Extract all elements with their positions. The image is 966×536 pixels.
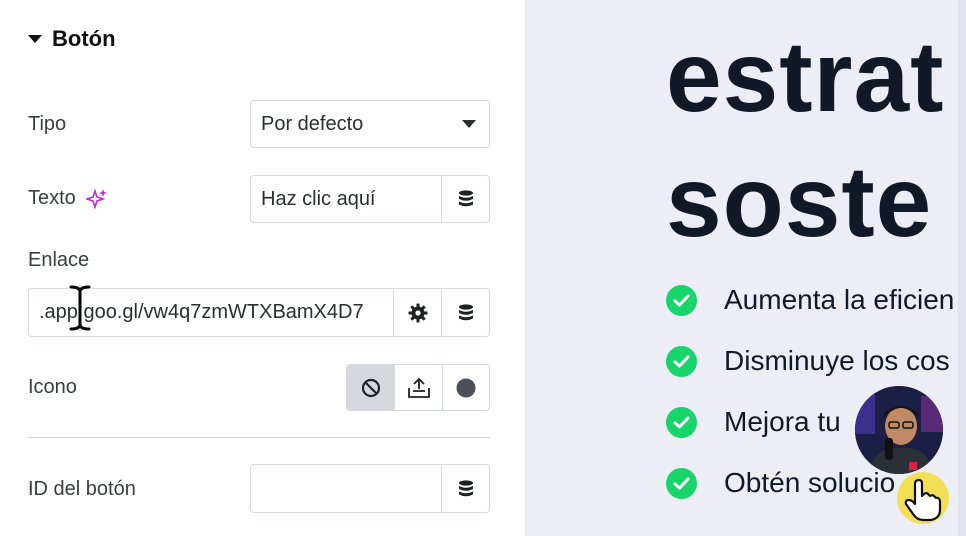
texto-input-value: Haz clic aquí xyxy=(261,187,376,210)
text-cursor-icon xyxy=(68,284,92,332)
preview-scrollbar[interactable] xyxy=(958,0,966,536)
list-item: Disminuye los cos xyxy=(666,345,950,377)
icono-label: Icono xyxy=(28,376,77,398)
list-item: Obtén solucio xyxy=(666,467,895,499)
tipo-label: Tipo xyxy=(28,113,67,135)
settings-panel: Botón Tipo Por defecto Texto Haz clic aq… xyxy=(0,0,525,536)
check-circle-icon xyxy=(666,345,697,377)
enlace-label: Enlace xyxy=(28,249,90,271)
texto-label-row: Texto xyxy=(28,187,108,210)
dynamic-tags-button[interactable] xyxy=(441,176,489,222)
ban-icon xyxy=(361,378,380,397)
section-toggle-boton[interactable]: Botón xyxy=(28,26,116,52)
icon-none-option[interactable] xyxy=(347,365,395,410)
caret-down-icon xyxy=(28,35,42,43)
id-boton-input[interactable] xyxy=(250,464,490,513)
dynamic-tags-button[interactable] xyxy=(441,465,489,512)
link-options-button[interactable] xyxy=(393,289,441,336)
icon-library-option[interactable] xyxy=(441,365,489,410)
section-title: Botón xyxy=(52,26,116,51)
preview-heading-line2: soste xyxy=(666,146,933,258)
id-boton-label: ID del botón xyxy=(28,478,136,500)
list-item-text: Disminuye los cos xyxy=(724,345,950,376)
chevron-down-icon xyxy=(449,120,489,128)
dynamic-tags-button[interactable] xyxy=(441,289,489,336)
database-icon xyxy=(458,303,473,320)
texto-label: Texto xyxy=(28,187,76,209)
icon-upload-option[interactable] xyxy=(394,365,441,410)
upload-icon xyxy=(407,377,430,398)
webcam-avatar xyxy=(855,386,943,474)
ai-sparkle-icon[interactable] xyxy=(85,187,108,210)
pointer-hand-icon xyxy=(897,472,949,524)
icono-choices xyxy=(346,364,490,411)
list-item: Aumenta la eficien xyxy=(666,284,954,316)
database-icon xyxy=(458,190,473,207)
tipo-select-value: Por defecto xyxy=(261,112,364,135)
texto-input[interactable]: Haz clic aquí xyxy=(250,175,490,223)
preview-heading-line1: estrat xyxy=(666,21,945,133)
list-item-text: Mejora tu xyxy=(724,406,841,437)
tipo-select[interactable]: Por defecto xyxy=(250,100,490,148)
check-circle-icon xyxy=(666,467,697,499)
enlace-input[interactable]: .app.goo.gl/vw4q7zmWTXBamX4D7 xyxy=(28,288,490,337)
check-circle-icon xyxy=(666,284,697,316)
check-circle-icon xyxy=(666,406,697,438)
database-icon xyxy=(458,479,473,496)
gear-icon xyxy=(408,303,427,322)
circle-icon xyxy=(456,378,476,397)
list-item-text: Obtén solucio xyxy=(724,467,896,498)
list-item-text: Aumenta la eficien xyxy=(724,284,955,315)
list-item: Mejora tu xyxy=(666,406,841,438)
divider xyxy=(28,437,490,438)
